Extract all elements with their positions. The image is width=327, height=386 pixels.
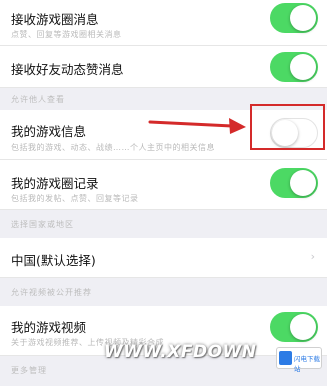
lightning-logo-icon xyxy=(279,351,292,365)
annotation-highlight-box xyxy=(250,104,325,150)
annotation-arrow-icon xyxy=(148,118,246,134)
watermark-logo-text: 闪电下载站 xyxy=(294,355,320,373)
watermark-text: WWW.XFDOWN xyxy=(104,342,257,362)
watermark-logo: 闪电下载站 xyxy=(276,347,322,373)
